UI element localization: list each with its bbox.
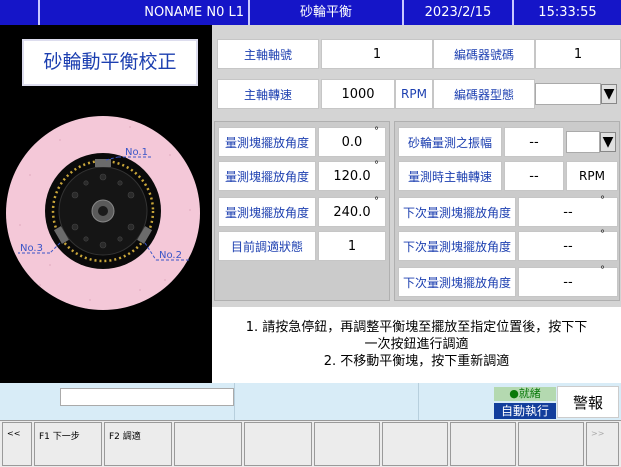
encoder-number-label: 編碼器號碼 <box>433 39 535 69</box>
spindle-speed-label: 主軸轉速 <box>217 79 319 109</box>
softkey-f2-tune[interactable]: F2 調適 <box>104 422 172 466</box>
block1-degree-symbol: ° <box>374 126 379 137</box>
tuning-status-label: 目前調適狀態 <box>218 231 316 261</box>
marker-no3: No.3 <box>20 243 43 254</box>
instruction-line-3: 2. 不移動平衡塊，按下重新調適 <box>323 354 510 369</box>
triangle-down-icon: ▼ <box>603 86 615 102</box>
balance-settings-panel: 主軸軸號 1 編碼器號碼 1 主軸轉速 1000 RPM 編碼器型態 ▼ 量測塊… <box>212 25 621 383</box>
marker-no1: No.1 <box>125 147 148 158</box>
amplitude-label: 砂輪量測之振幅 <box>398 127 502 157</box>
time-display: 15:33:55 <box>512 0 621 25</box>
amplitude-unit-select[interactable] <box>566 131 600 153</box>
status-divider <box>234 383 235 420</box>
next-angle3-degree-symbol: ° <box>600 265 605 276</box>
measure-speed-label: 量測時主軸轉速 <box>398 161 502 191</box>
softkey-f5[interactable] <box>314 422 380 466</box>
date-display: 2023/2/15 <box>402 0 512 25</box>
softkey-f6[interactable] <box>382 422 448 466</box>
measure-speed-unit: RPM <box>566 161 618 191</box>
softkey-f4[interactable] <box>244 422 312 466</box>
screen-title: 砂輪平衡 <box>248 0 402 25</box>
amplitude-unit-dropdown-button[interactable]: ▼ <box>600 132 616 152</box>
grinding-wheel-diagram: No.1 No.2 No.3 <box>6 116 200 310</box>
softkey-f7[interactable] <box>450 422 516 466</box>
encoder-type-dropdown-button[interactable]: ▼ <box>601 84 617 104</box>
softkey-next-page[interactable]: >> <box>586 422 619 466</box>
encoder-number-value[interactable]: 1 <box>535 39 621 69</box>
encoder-type-label: 編碼器型態 <box>433 79 535 109</box>
softkey-f8[interactable] <box>518 422 584 466</box>
instruction-line-2: 一次按鈕進行調適 <box>364 337 469 352</box>
amplitude-value: -- <box>504 127 564 157</box>
block3-angle-label: 量測塊擺放角度 <box>218 197 316 227</box>
triangle-down-icon: ▼ <box>602 134 614 150</box>
next-angle2-label: 下次量測塊擺放角度 <box>398 231 516 261</box>
spindle-number-label: 主軸軸號 <box>217 39 319 69</box>
spindle-number-value[interactable]: 1 <box>321 39 433 69</box>
softkey-f1-next-step[interactable]: F1 下一步 <box>34 422 102 466</box>
title-bar-blank <box>0 0 38 25</box>
status-divider <box>418 383 419 420</box>
marker-no2: No.2 <box>159 250 182 261</box>
spindle-speed-unit: RPM <box>395 79 433 109</box>
measure-speed-value: -- <box>504 161 564 191</box>
softkey-f3[interactable] <box>174 422 242 466</box>
auto-mode-badge: 自動執行 <box>494 403 556 419</box>
wheel-panel: 砂輪動平衡校正 No.1 No.2 No.3 <box>0 25 212 383</box>
block2-degree-symbol: ° <box>374 160 379 171</box>
softkey-bar: << F1 下一步 F2 調適 >> <box>0 420 621 467</box>
alarm-button[interactable]: 警報 <box>557 386 619 418</box>
block1-angle-label: 量測塊擺放角度 <box>218 127 316 157</box>
instruction-text: 1. 請按急停鈕，再調整平衡塊至擺放至指定位置後，按下下 一次按鈕進行調適 2.… <box>212 307 621 383</box>
title-bar: NONAME N0 L1 砂輪平衡 2023/2/15 15:33:55 <box>0 0 621 25</box>
block2-angle-label: 量測塊擺放角度 <box>218 161 316 191</box>
status-bar: ●就緒 自動執行 警報 <box>0 383 621 420</box>
next-angle1-label: 下次量測塊擺放角度 <box>398 197 516 227</box>
message-field[interactable] <box>60 388 234 406</box>
next-angle2-degree-symbol: ° <box>600 229 605 240</box>
softkey-prev-page[interactable]: << <box>2 422 32 466</box>
instruction-line-1: 1. 請按急停鈕，再調整平衡塊至擺放至指定位置後，按下下 <box>245 320 588 335</box>
ready-status-badge: ●就緒 <box>494 387 556 401</box>
wheel-panel-title: 砂輪動平衡校正 <box>22 39 198 86</box>
block3-degree-symbol: ° <box>374 196 379 207</box>
next-angle3-label: 下次量測塊擺放角度 <box>398 267 516 297</box>
program-name: NONAME N0 L1 <box>38 0 248 25</box>
spindle-speed-value[interactable]: 1000 <box>321 79 395 109</box>
tuning-status-value: 1 <box>318 231 386 261</box>
encoder-type-select[interactable] <box>535 83 601 105</box>
next-angle1-degree-symbol: ° <box>600 195 605 206</box>
